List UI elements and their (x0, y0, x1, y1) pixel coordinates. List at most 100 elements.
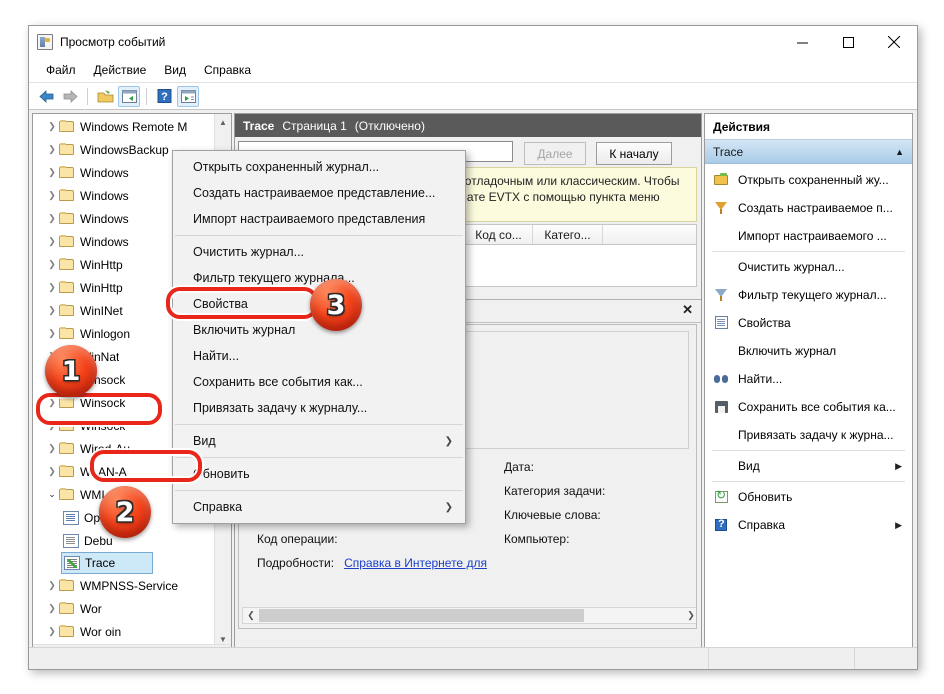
event-viewer-icon (37, 34, 53, 50)
context-menu-item-label: Найти... (193, 349, 240, 363)
online-help-link[interactable]: Справка в Интернете для (344, 556, 487, 570)
tree-item-label: Windows (80, 165, 129, 180)
tree-item-label: Debu (84, 533, 113, 548)
action-item-свойства[interactable]: Свойства (705, 309, 912, 337)
column-task-category[interactable]: Катего... (533, 225, 603, 244)
chevron-right-icon[interactable]: ❯ (45, 145, 59, 154)
context-menu-item-импорт-настраиваемого-представления[interactable]: Импорт настраиваемого представления (173, 206, 465, 232)
help-icon[interactable]: ? (153, 86, 175, 107)
context-menu-item-label: Сохранить все события как... (193, 375, 363, 389)
window-controls (779, 26, 917, 58)
action-item-очистить-журнал[interactable]: Очистить журнал... (705, 253, 912, 281)
action-item-включить-журнал[interactable]: Включить журнал (705, 337, 912, 365)
context-menu-item-привязать-задачу-к-журналу[interactable]: Привязать задачу к журналу... (173, 395, 465, 421)
no-icon (713, 343, 731, 359)
chevron-up-icon[interactable]: ▲ (895, 147, 904, 157)
folder-icon (59, 166, 75, 179)
annotation-badge-1: 1 (45, 345, 97, 397)
detail-fields-right-column: Дата: Категория задачи: Ключевые слова: … (504, 455, 605, 551)
chevron-right-icon[interactable]: ❯ (45, 329, 59, 338)
context-menu-item-справка[interactable]: Справка ❯ (173, 494, 465, 520)
chevron-right-icon[interactable]: ❯ (45, 168, 59, 177)
context-menu-item-сохранить-все-события-как[interactable]: Сохранить все события как... (173, 369, 465, 395)
context-menu-item-label: Обновить (193, 467, 250, 481)
to-top-button[interactable]: К началу (596, 142, 672, 165)
show-hide-tree-icon[interactable] (118, 85, 140, 107)
context-menu-item-обновить[interactable]: Обновить (173, 461, 465, 487)
close-button[interactable] (871, 26, 917, 58)
action-item-создать-настраиваемое-п[interactable]: Создать настраиваемое п... (705, 194, 912, 222)
back-icon[interactable] (35, 86, 57, 107)
action-item-label: Очистить журнал... (738, 260, 845, 274)
chevron-right-icon[interactable]: ❯ (45, 237, 59, 246)
folder-icon (59, 120, 75, 133)
properties-icon (713, 315, 731, 331)
action-item-открыть-сохраненный-жу[interactable]: Открыть сохраненный жу... (705, 166, 912, 194)
context-menu-item-создать-настраиваемое-представление[interactable]: Создать настраиваемое представление... (173, 180, 465, 206)
tree-item-wor-oin[interactable]: ❯ Wor oin (33, 620, 217, 643)
open-folder-icon[interactable] (94, 86, 116, 107)
title-bar: Просмотр событий (29, 26, 917, 58)
context-menu-item-label: Привязать задачу к журналу... (193, 401, 368, 415)
chevron-right-icon[interactable]: ❯ (45, 214, 59, 223)
chevron-right-icon[interactable]: ❯ (45, 467, 59, 476)
detail-hscroll-thumb[interactable] (259, 609, 584, 622)
action-item-импорт-настраиваемого[interactable]: Импорт настраиваемого ... (705, 222, 912, 250)
folder-icon (59, 143, 75, 156)
menu-item-view[interactable]: Вид (155, 61, 195, 79)
context-menu-item-очистить-журнал[interactable]: Очистить журнал... (173, 239, 465, 265)
context-menu-item-label: Создать настраиваемое представление... (193, 186, 436, 200)
action-item-справка[interactable]: Справка ▶ (705, 511, 912, 539)
folder-icon (59, 189, 75, 202)
action-item-сохранить-все-события-ка[interactable]: Сохранить все события ка... (705, 393, 912, 421)
column-blank-2[interactable] (603, 225, 696, 244)
chevron-right-icon[interactable]: ❯ (45, 444, 59, 453)
toolbar-separator (87, 87, 88, 105)
tree-item-wor[interactable]: ❯ Wor (33, 597, 217, 620)
chevron-right-icon[interactable]: ❯ (45, 581, 59, 590)
chevron-right-icon[interactable]: ❯ (45, 604, 59, 613)
chevron-right-icon[interactable]: ❯ (45, 283, 59, 292)
next-button[interactable]: Далее (524, 142, 586, 165)
action-item-найти[interactable]: Найти... (705, 365, 912, 393)
save-icon (713, 399, 731, 415)
chevron-right-icon[interactable]: ❯ (45, 122, 59, 131)
tree-item-windows-remote-m[interactable]: ❯ Windows Remote M (33, 115, 217, 138)
filter-blue-icon (713, 287, 731, 303)
chevron-right-icon[interactable]: ❯ (45, 306, 59, 315)
actions-section-header[interactable]: Trace ▲ (705, 140, 912, 164)
context-menu-item-найти[interactable]: Найти... (173, 343, 465, 369)
chevron-right-icon[interactable]: ❯ (45, 398, 59, 407)
no-icon (713, 458, 731, 474)
column-event-id[interactable]: Код со... (465, 225, 533, 244)
action-item-обновить[interactable]: Обновить (705, 483, 912, 511)
minimize-button[interactable] (779, 26, 825, 58)
menu-item-help[interactable]: Справка (195, 61, 260, 79)
tree-item-wmpnss-service[interactable]: ❯ WMPNSS-Service (33, 574, 217, 597)
context-menu-item-открыть-сохраненный-журнал[interactable]: Открыть сохраненный журнал... (173, 154, 465, 180)
chevron-right-icon[interactable]: ❯ (45, 421, 59, 430)
detail-horizontal-scrollbar[interactable]: ❮ ❯ (242, 607, 696, 624)
maximize-button[interactable] (825, 26, 871, 58)
context-menu-item-вид[interactable]: Вид ❯ (173, 428, 465, 454)
chevron-right-icon[interactable]: ❯ (45, 191, 59, 200)
tree-item-label: WMPNSS-Service (80, 578, 179, 593)
chevron-right-icon[interactable]: ❯ (45, 260, 59, 269)
menu-item-action[interactable]: Действие (85, 61, 156, 79)
forward-icon[interactable] (59, 86, 81, 107)
detail-scroll-left-icon[interactable]: ❮ (243, 608, 259, 623)
tree-scroll-up-icon[interactable]: ▲ (215, 114, 231, 130)
close-detail-icon[interactable]: ✕ (682, 303, 693, 317)
action-item-привязать-задачу-к-журна[interactable]: Привязать задачу к журна... (705, 421, 912, 449)
detail-scroll-right-icon[interactable]: ❯ (683, 608, 696, 623)
action-item-вид[interactable]: Вид ▶ (705, 452, 912, 480)
context-menu-item-label: Очистить журнал... (193, 245, 305, 259)
menu-bar: Файл Действие Вид Справка (29, 58, 917, 83)
tree-item-trace[interactable]: Trace (61, 552, 153, 574)
chevron-right-icon: ❯ (444, 435, 453, 447)
action-item-фильтр-текущего-журнал[interactable]: Фильтр текущего журнал... (705, 281, 912, 309)
show-hide-actions-icon[interactable] (177, 85, 199, 107)
chevron-down-icon[interactable]: ⌄ (45, 490, 59, 499)
chevron-right-icon[interactable]: ❯ (45, 627, 59, 636)
menu-item-file[interactable]: Файл (37, 61, 85, 79)
